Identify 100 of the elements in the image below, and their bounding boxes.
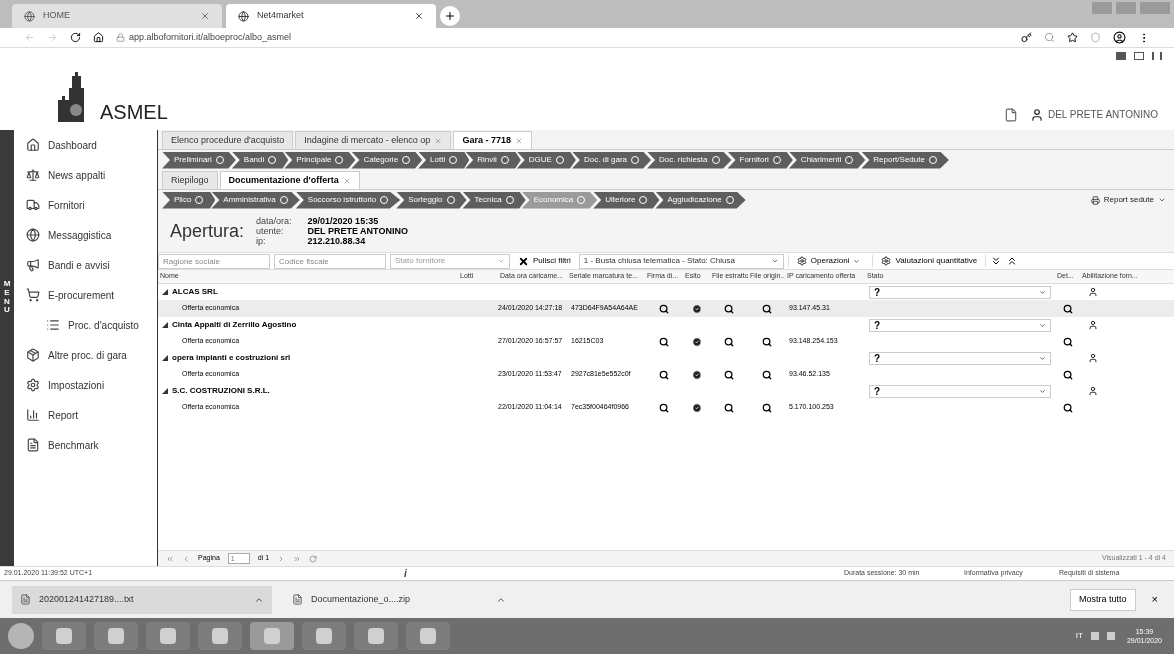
expand-caret-icon[interactable] xyxy=(162,388,168,394)
clear-filters-button[interactable]: Pulisci filtri xyxy=(514,255,575,267)
browser-tab[interactable]: Net4market xyxy=(226,4,436,28)
taskbar-app-icon[interactable] xyxy=(94,622,138,650)
sidebar-item[interactable]: E-procurement xyxy=(14,280,157,310)
step-tab[interactable]: Ulteriore xyxy=(593,191,660,209)
step-tab[interactable]: Rinvii xyxy=(465,151,521,169)
tax-code-field[interactable]: Codice fiscale xyxy=(274,253,386,269)
status-select[interactable]: ? xyxy=(869,318,1051,332)
taskbar-app-icon[interactable] xyxy=(406,622,450,650)
step-tab[interactable]: Doc. richiesta xyxy=(647,151,732,169)
key-icon[interactable] xyxy=(1021,32,1032,43)
taskbar-app-icon[interactable] xyxy=(146,622,190,650)
search-icon[interactable] xyxy=(659,303,669,314)
field-value: DEL PRETE ANTONINO xyxy=(307,226,408,236)
taskbar-app-icon[interactable] xyxy=(354,622,398,650)
tab[interactable]: Documentazione d'offerta xyxy=(219,171,360,189)
reload-icon[interactable] xyxy=(70,32,81,43)
sidebar-item[interactable]: Dashboard xyxy=(14,130,157,160)
step-tab[interactable]: Preliminari xyxy=(162,151,236,169)
step-tab[interactable]: Tecnica xyxy=(462,191,526,209)
step-tab[interactable]: Categorie xyxy=(351,151,423,169)
menu-strip[interactable]: MENU xyxy=(0,130,14,566)
step-tab[interactable]: Fornitori xyxy=(727,151,793,169)
search-icon[interactable] xyxy=(724,303,734,314)
info-text[interactable]: i xyxy=(404,566,844,581)
download-item[interactable]: 202001241427189....txt xyxy=(12,585,272,614)
close-button[interactable]: × xyxy=(1147,591,1162,608)
search-icon[interactable] xyxy=(761,303,772,314)
sidebar-item[interactable]: Messaggistica xyxy=(14,220,157,250)
browser-tab[interactable]: HOME xyxy=(12,4,222,28)
tab[interactable]: Elenco procedure d'acquisto xyxy=(162,131,294,149)
status-select[interactable]: ? xyxy=(869,285,1051,299)
globe-icon xyxy=(238,10,249,22)
sidebar-item[interactable]: News appalti xyxy=(14,160,157,190)
search-icon[interactable] xyxy=(659,402,669,413)
taskbar-app-icon[interactable] xyxy=(198,622,242,650)
sidebar-item[interactable]: Bandi e avvisi xyxy=(14,250,157,280)
step-tab[interactable]: DGUE xyxy=(516,151,576,169)
search-icon[interactable] xyxy=(1062,369,1073,380)
step-tab[interactable]: Report/Sedute xyxy=(861,151,949,169)
show-all-button[interactable]: Mostra tutto xyxy=(1070,588,1136,611)
search-icon[interactable] xyxy=(659,369,669,380)
sidebar-item[interactable]: Benchmark xyxy=(14,430,157,460)
search-icon[interactable] xyxy=(1062,336,1073,347)
sidebar-item[interactable]: Altre proc. di gara xyxy=(14,340,157,370)
expand-caret-icon[interactable] xyxy=(162,355,168,361)
star-icon[interactable] xyxy=(1067,32,1078,43)
report-button[interactable]: Report sedute xyxy=(1090,194,1166,206)
start-button[interactable] xyxy=(8,623,34,649)
expand-caret-icon[interactable] xyxy=(162,322,168,328)
step-tab[interactable]: Aggiudicazione xyxy=(655,191,746,209)
tab[interactable]: Riepilogo xyxy=(162,171,218,189)
step-tab[interactable]: Doc. di gara xyxy=(571,151,652,169)
sidebar-item[interactable]: Report xyxy=(14,400,157,430)
envelope-select[interactable]: 1 - Busta chiusa telematica - Stato: Chiusa xyxy=(578,253,784,269)
document-icon[interactable] xyxy=(1003,107,1018,122)
step-tab[interactable]: Sorteggio xyxy=(396,191,467,209)
profile-icon[interactable] xyxy=(1113,31,1126,44)
field-label: ip: xyxy=(256,236,267,246)
language-indicator[interactable]: IT xyxy=(1075,630,1083,642)
url-field[interactable]: app.albofornitori.it/alboeproc/albo_asmel xyxy=(129,30,292,45)
search-icon[interactable] xyxy=(724,402,734,413)
download-item[interactable]: Documentazione_o....zip xyxy=(284,585,514,614)
sidebar-item[interactable]: Proc. d'acquisto xyxy=(14,310,157,340)
search-icon[interactable] xyxy=(761,369,772,380)
search-icon[interactable] xyxy=(761,402,772,413)
company-name-field[interactable]: Ragione sociale xyxy=(158,253,270,269)
settings-icon xyxy=(881,256,892,266)
taskbar-app-icon[interactable] xyxy=(42,622,86,650)
step-tab[interactable]: Chiarimenti xyxy=(788,151,866,169)
truck-icon xyxy=(26,198,40,212)
step-tab[interactable]: Plico xyxy=(162,191,216,209)
step-tab[interactable]: Amministrativa xyxy=(211,191,300,209)
expand-caret-icon[interactable] xyxy=(162,289,168,295)
taskbar-app-icon[interactable] xyxy=(302,622,346,650)
step-tab[interactable]: Principale xyxy=(284,151,356,169)
search-icon[interactable] xyxy=(1062,303,1073,314)
operations-button[interactable]: Operazioni xyxy=(787,255,869,267)
search-icon[interactable] xyxy=(1062,402,1073,413)
search-icon[interactable] xyxy=(761,336,772,347)
step-tab[interactable]: Lotti xyxy=(418,151,470,169)
sidebar-item[interactable]: Fornitori xyxy=(14,190,157,220)
new-tab-button[interactable] xyxy=(440,6,460,26)
tab[interactable]: Indagine di mercato - elenco op xyxy=(295,131,452,149)
close-icon xyxy=(514,136,523,145)
home-icon[interactable] xyxy=(93,32,104,43)
valuations-button[interactable]: Valutazioni quantitative xyxy=(872,255,987,267)
search-icon[interactable] xyxy=(659,336,669,347)
search-icon[interactable] xyxy=(724,369,734,380)
status-select[interactable]: ? xyxy=(869,384,1051,398)
step-tab[interactable]: Bandi xyxy=(231,151,289,169)
search-icon[interactable] xyxy=(724,336,734,347)
step-tab[interactable]: Soccorso istruttorio xyxy=(295,191,401,209)
user-menu[interactable]: DEL PRETE ANTONINO xyxy=(1029,107,1158,122)
caret-icon xyxy=(1039,288,1046,296)
tab[interactable]: Gara - 7718 xyxy=(453,131,532,149)
sidebar-item[interactable]: Impostazioni xyxy=(14,370,157,400)
status-select[interactable]: ? xyxy=(869,351,1051,365)
caret-icon xyxy=(1039,387,1046,395)
